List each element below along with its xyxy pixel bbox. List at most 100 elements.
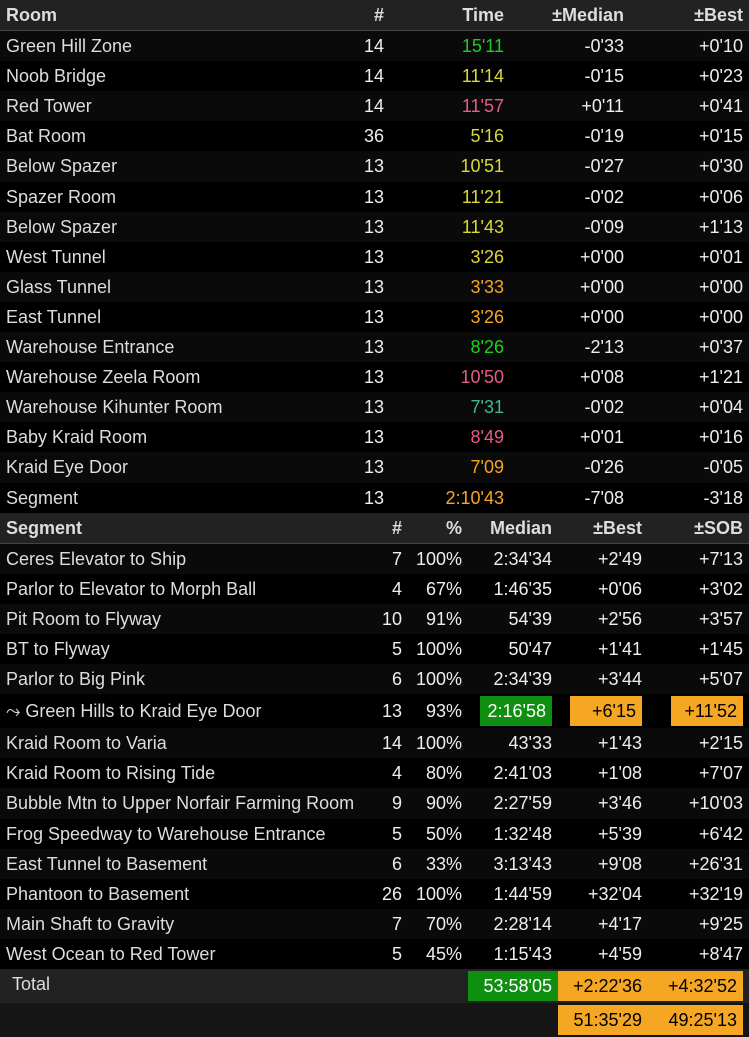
- room-time: 11'14: [390, 61, 510, 91]
- table-row: Parlor to Big Pink6100%2:34'39+3'44+5'07: [0, 664, 749, 694]
- segment-pct: 100%: [408, 879, 468, 909]
- room-count: 13: [330, 242, 390, 272]
- room-median: -0'09: [510, 212, 630, 242]
- room-time: 7'31: [390, 392, 510, 422]
- segment-name: ⤳ Green Hills to Kraid Eye Door: [0, 694, 364, 728]
- table-row: Below Spazer1310'51-0'27+0'30: [0, 151, 749, 181]
- room-time: 3'33: [390, 272, 510, 302]
- room-best: +0'04: [630, 392, 749, 422]
- table-row: Kraid Room to Varia14100%43'33+1'43+2'15: [0, 728, 749, 758]
- col-median: ±Median: [510, 0, 630, 31]
- segment-name: Kraid Room to Varia: [0, 728, 364, 758]
- segment-count: 10: [364, 604, 408, 634]
- segment-best: +4'17: [558, 909, 648, 939]
- segment-name: Ceres Elevator to Ship: [0, 543, 364, 574]
- segment-median: 2:41'03: [468, 758, 558, 788]
- table-row: Warehouse Entrance138'26-2'13+0'37: [0, 332, 749, 362]
- table-row: Spazer Room1311'21-0'02+0'06: [0, 182, 749, 212]
- table-row: BT to Flyway5100%50'47+1'41+1'45: [0, 634, 749, 664]
- segment-median: 1:46'35: [468, 574, 558, 604]
- room-median: -0'33: [510, 31, 630, 62]
- total-best: +2:22'36: [558, 971, 648, 1001]
- table-row: Kraid Room to Rising Tide480%2:41'03+1'0…: [0, 758, 749, 788]
- segment-count: 7: [364, 909, 408, 939]
- segment-count: 26: [364, 879, 408, 909]
- table-row: West Tunnel133'26+0'00+0'01: [0, 242, 749, 272]
- room-best: +0'10: [630, 31, 749, 62]
- col-room: Room: [0, 0, 330, 31]
- room-name: Below Spazer: [0, 151, 330, 181]
- segment-name: Main Shaft to Gravity: [0, 909, 364, 939]
- room-median: +0'00: [510, 302, 630, 332]
- room-best: +1'21: [630, 362, 749, 392]
- segment-pct: 91%: [408, 604, 468, 634]
- segment-table-header: Segment # % Median ±Best ±SOB: [0, 513, 749, 544]
- segment-name: Parlor to Elevator to Morph Ball: [0, 574, 364, 604]
- segment-sob: +2'15: [648, 728, 749, 758]
- table-row: ⤳ Green Hills to Kraid Eye Door1393%2:16…: [0, 694, 749, 728]
- room-count: 13: [330, 362, 390, 392]
- table-row: Below Spazer1311'43-0'09+1'13: [0, 212, 749, 242]
- room-count: 13: [330, 302, 390, 332]
- segment-best: +4'59: [558, 939, 648, 969]
- room-median: -0'19: [510, 121, 630, 151]
- col-seg-num: #: [364, 513, 408, 544]
- table-row: Glass Tunnel133'33+0'00+0'00: [0, 272, 749, 302]
- room-best: -0'05: [630, 452, 749, 482]
- segment-pct: 90%: [408, 788, 468, 818]
- room-best: +0'23: [630, 61, 749, 91]
- room-best: +0'41: [630, 91, 749, 121]
- table-row: Baby Kraid Room138'49+0'01+0'16: [0, 422, 749, 452]
- segment-count: 4: [364, 758, 408, 788]
- room-time: 10'51: [390, 151, 510, 181]
- room-table: Room # Time ±Median ±Best Green Hill Zon…: [0, 0, 749, 513]
- room-time: 2:10'43: [390, 483, 510, 513]
- segment-count: 14: [364, 728, 408, 758]
- segment-best: +5'39: [558, 819, 648, 849]
- room-count: 14: [330, 61, 390, 91]
- segment-pct: 50%: [408, 819, 468, 849]
- room-median: +0'08: [510, 362, 630, 392]
- segment-sob: +3'57: [648, 604, 749, 634]
- segment-pct: 80%: [408, 758, 468, 788]
- segment-best: +1'08: [558, 758, 648, 788]
- segment-sob: +3'02: [648, 574, 749, 604]
- segment-best: +3'46: [558, 788, 648, 818]
- room-time: 10'50: [390, 362, 510, 392]
- room-time: 11'21: [390, 182, 510, 212]
- col-num: #: [330, 0, 390, 31]
- col-seg-sob: ±SOB: [648, 513, 749, 544]
- room-median: -2'13: [510, 332, 630, 362]
- room-median: +0'01: [510, 422, 630, 452]
- total-label: Total: [6, 971, 468, 1001]
- segment-name: Frog Speedway to Warehouse Entrance: [0, 819, 364, 849]
- room-median: +0'11: [510, 91, 630, 121]
- segment-sob: +32'19: [648, 879, 749, 909]
- segment-count: 9: [364, 788, 408, 818]
- segment-count: 13: [364, 694, 408, 728]
- room-count: 14: [330, 91, 390, 121]
- segment-sob: +7'13: [648, 543, 749, 574]
- room-name: Warehouse Entrance: [0, 332, 330, 362]
- segment-median: 54'39: [468, 604, 558, 634]
- segment-sob: +26'31: [648, 849, 749, 879]
- room-best: +0'01: [630, 242, 749, 272]
- room-best: +0'06: [630, 182, 749, 212]
- room-count: 13: [330, 452, 390, 482]
- table-row: Parlor to Elevator to Morph Ball467%1:46…: [0, 574, 749, 604]
- room-name: Spazer Room: [0, 182, 330, 212]
- table-row: Segment132:10'43-7'08-3'18: [0, 483, 749, 513]
- room-name: Warehouse Kihunter Room: [0, 392, 330, 422]
- room-count: 36: [330, 121, 390, 151]
- segment-sob: +10'03: [648, 788, 749, 818]
- table-row: Pit Room to Flyway1091%54'39+2'56+3'57: [0, 604, 749, 634]
- segment-median: 43'33: [468, 728, 558, 758]
- room-count: 13: [330, 151, 390, 181]
- segment-count: 5: [364, 939, 408, 969]
- segment-count: 6: [364, 664, 408, 694]
- room-name: Noob Bridge: [0, 61, 330, 91]
- room-count: 13: [330, 182, 390, 212]
- col-segment: Segment: [0, 513, 364, 544]
- room-name: Glass Tunnel: [0, 272, 330, 302]
- segment-name: West Ocean to Red Tower: [0, 939, 364, 969]
